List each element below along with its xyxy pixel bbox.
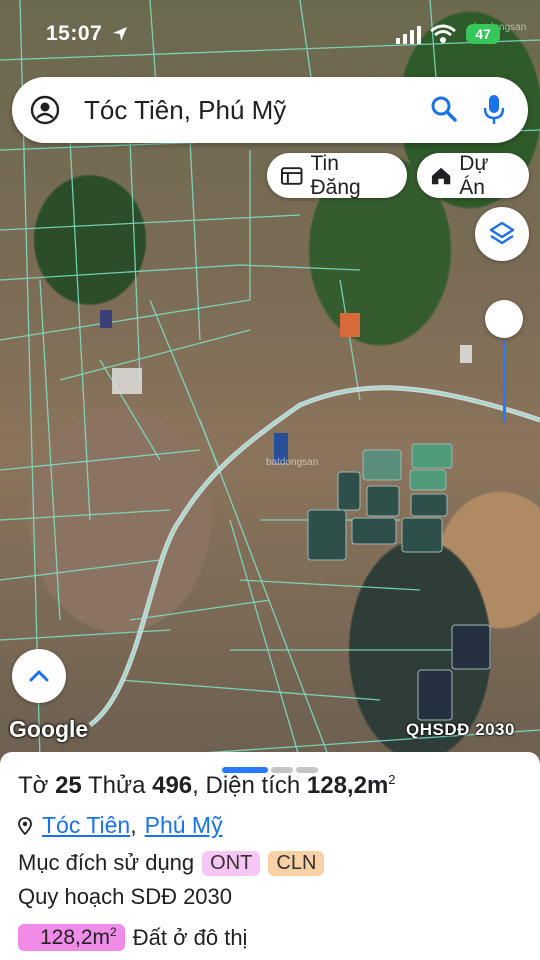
purpose-tag-ont: ONT xyxy=(202,850,261,876)
location-pin-icon xyxy=(18,816,32,835)
chevron-up-icon xyxy=(29,670,49,682)
signal-icon xyxy=(396,26,422,49)
separator: , xyxy=(130,812,137,838)
wifi-icon xyxy=(430,24,456,49)
listings-chip[interactable]: Tin Đăng xyxy=(267,151,407,199)
parcel-label: Thửa xyxy=(88,772,146,799)
search-input[interactable]: Tóc Tiên, Phú Mỹ xyxy=(84,95,286,126)
projects-chip[interactable]: Dự Án xyxy=(417,151,529,199)
chip-label: Tin Đăng xyxy=(310,151,361,199)
watermark: batdongsan xyxy=(266,457,319,468)
sheet-number: 25 xyxy=(55,772,82,799)
listing-icon xyxy=(281,166,303,185)
expand-button[interactable] xyxy=(12,649,66,703)
layers-button[interactable] xyxy=(475,207,529,261)
microphone-icon[interactable] xyxy=(482,93,506,130)
town-link[interactable]: Phú Mỹ xyxy=(145,812,223,839)
chip-label: Dự Án xyxy=(459,151,489,199)
area-badge-sup: 2 xyxy=(110,925,117,939)
layers-icon xyxy=(489,221,515,245)
planning-layer-label: QHSDĐ 2030 xyxy=(406,720,515,739)
area-label: Diện tích xyxy=(205,772,301,799)
location-row: Tóc Tiên, Phú Mỹ xyxy=(18,812,223,839)
area-badge: 128,2m2 xyxy=(18,924,125,951)
sheet-label: Tờ xyxy=(18,772,49,799)
search-bar[interactable]: Tóc Tiên, Phú Mỹ xyxy=(12,77,528,143)
planning-label: Quy hoạch SDĐ 2030 xyxy=(18,884,233,909)
search-icon[interactable] xyxy=(430,95,458,128)
location-arrow-icon xyxy=(112,26,128,47)
planned-area-row: 128,2m2 Đất ở đô thị xyxy=(18,924,247,951)
opacity-slider-track[interactable] xyxy=(503,340,506,422)
status-bar: 15:07 47 xyxy=(0,18,540,54)
battery-indicator: 47 xyxy=(466,24,500,44)
parcel-title: Tờ 25 Thửa 496, Diện tích 128,2m2 xyxy=(18,772,396,799)
area-value: 128,2m xyxy=(306,772,389,799)
purpose-label: Mục đích sử dụng xyxy=(18,850,195,875)
account-icon[interactable] xyxy=(30,95,60,130)
house-icon xyxy=(431,167,451,184)
opacity-slider-handle[interactable] xyxy=(485,300,523,338)
purpose-tag-cln: CLN xyxy=(268,850,325,876)
area-badge-value: 128,2m xyxy=(40,926,111,949)
area-unit-sup: 2 xyxy=(388,772,396,787)
commune-link[interactable]: Tóc Tiên xyxy=(42,812,130,839)
parcel-info-sheet[interactable]: Tờ 25 Thửa 496, Diện tích 128,2m2 Tóc Ti… xyxy=(0,752,540,960)
area-description: Đất ở đô thị xyxy=(132,924,248,950)
parcel-number: 496 xyxy=(152,772,193,799)
status-time: 15:07 xyxy=(46,22,103,45)
google-logo: Google xyxy=(9,716,89,742)
land-use-purpose: Mục đích sử dụng ONT CLN xyxy=(18,850,325,876)
